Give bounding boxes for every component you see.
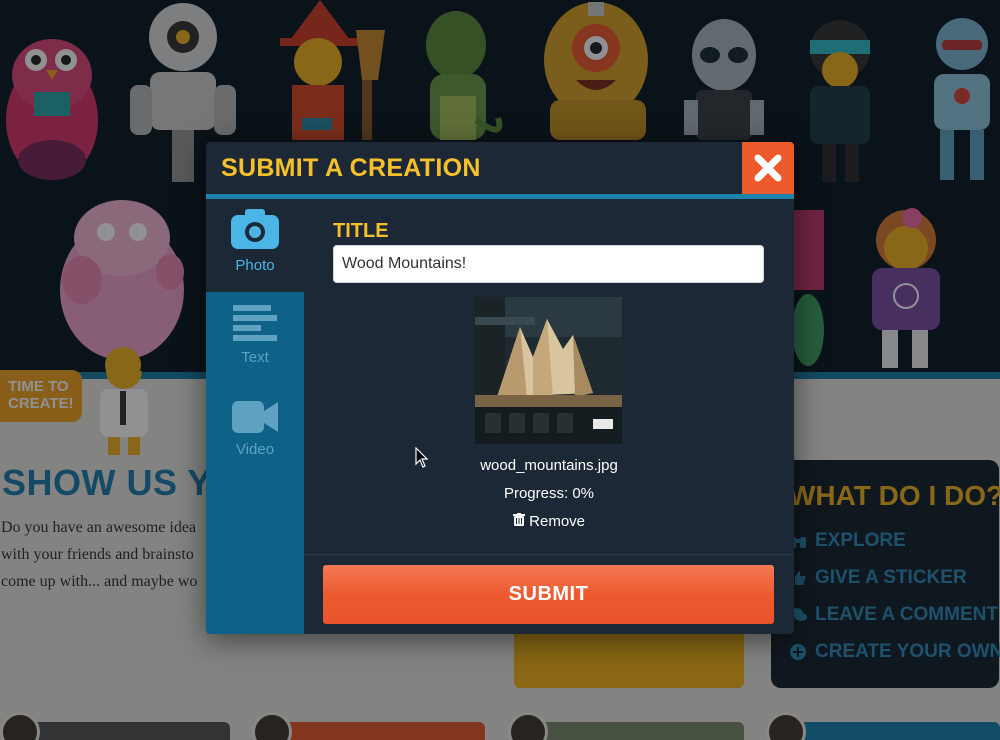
submit-creation-modal: SUBMIT A CREATION Photo Text Video TITLE… bbox=[206, 142, 794, 634]
remove-label: Remove bbox=[529, 513, 586, 530]
tab-photo[interactable]: Photo bbox=[206, 199, 304, 292]
footer-divider bbox=[304, 554, 794, 555]
text-lines-icon bbox=[233, 305, 277, 341]
tab-video-label: Video bbox=[235, 441, 275, 458]
modal-header: SUBMIT A CREATION bbox=[206, 142, 794, 194]
tab-video[interactable]: Video bbox=[206, 399, 304, 479]
upload-progress: Progress: 0% bbox=[503, 485, 595, 502]
submit-button[interactable]: SUBMIT bbox=[323, 565, 774, 624]
mouse-pointer-icon bbox=[415, 447, 429, 468]
tab-text-label: Text bbox=[241, 349, 269, 366]
video-camera-icon bbox=[232, 401, 278, 433]
title-label: TITLE bbox=[333, 220, 389, 242]
photo-thumbnail bbox=[475, 297, 622, 444]
trash-icon bbox=[512, 513, 525, 530]
close-x-icon bbox=[754, 154, 782, 182]
remove-photo-button[interactable]: Remove bbox=[304, 513, 794, 530]
close-button[interactable] bbox=[742, 142, 794, 194]
modal-title: SUBMIT A CREATION bbox=[221, 154, 481, 182]
photo-upload-form: TITLE wood_mountains.jpg P bbox=[304, 199, 794, 634]
tab-text[interactable]: Text bbox=[206, 303, 304, 383]
title-input[interactable] bbox=[333, 245, 764, 283]
media-type-tabs: Photo Text Video bbox=[206, 199, 304, 634]
camera-icon bbox=[231, 209, 279, 249]
uploaded-file-name: wood_mountains.jpg bbox=[480, 457, 618, 474]
tab-photo-label: Photo bbox=[235, 257, 275, 274]
